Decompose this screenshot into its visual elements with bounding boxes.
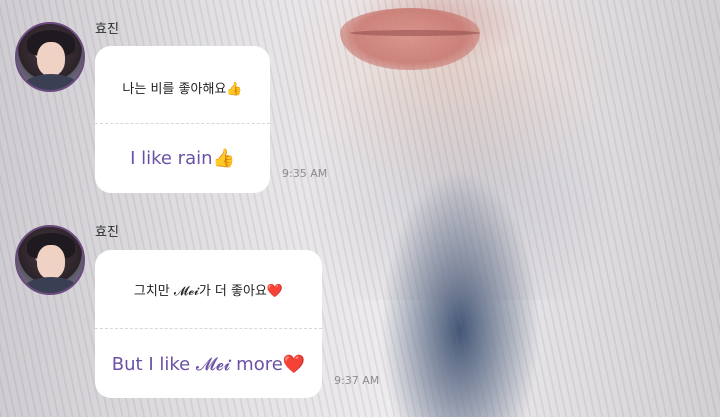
avatar[interactable]	[15, 225, 85, 295]
avatar-shoulders	[23, 74, 79, 90]
timestamp: 9:37 AM	[334, 374, 380, 387]
collar-shadow	[300, 40, 620, 300]
avatar-face	[37, 42, 65, 76]
timestamp: 9:35 AM	[282, 167, 328, 180]
message-text-korean: 나는 비를 좋아해요👍	[122, 82, 243, 97]
message-bubble[interactable]: 나는 비를 좋아해요👍 I like rain👍	[95, 46, 270, 193]
bubble-divider	[95, 123, 270, 124]
sender-name: 효진	[95, 225, 119, 240]
message-text-korean: 그치만 𝓜𝓮𝓲가 더 좋아요❤️	[133, 284, 284, 299]
avatar[interactable]	[15, 22, 85, 92]
message-text-english: I like rain👍	[130, 148, 235, 169]
sender-name: 효진	[95, 22, 119, 37]
message-bubble[interactable]: 그치만 𝓜𝓮𝓲가 더 좋아요❤️ But I like 𝓜𝓮𝓲 more❤️	[95, 250, 322, 398]
avatar-shoulders	[23, 277, 79, 293]
avatar-face	[37, 245, 65, 279]
bubble-divider	[95, 328, 322, 329]
message-text-english: But I like 𝓜𝓮𝓲 more❤️	[111, 354, 306, 375]
mouth-line	[350, 30, 480, 36]
